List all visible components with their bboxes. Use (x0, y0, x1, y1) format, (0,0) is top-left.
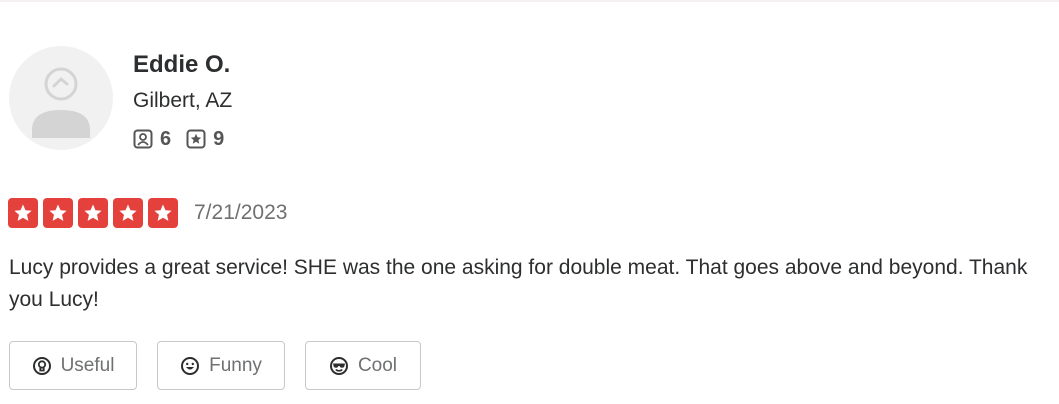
friends-count: 6 (160, 127, 172, 150)
lightbulb-icon (32, 356, 51, 375)
star-icon (148, 197, 178, 228)
reviewer-name[interactable]: Eddie O. (133, 51, 230, 79)
default-user-avatar-icon[interactable] (9, 46, 113, 150)
smiley-icon (181, 356, 200, 375)
star-icon (43, 197, 73, 228)
sunglasses-icon (329, 356, 348, 375)
useful-label: Useful (60, 354, 115, 376)
review-card: Eddie O. Gilbert, AZ 6 9 7/21/2023 Lucy … (0, 0, 1059, 404)
star-icon (78, 197, 108, 228)
cool-label: Cool (357, 354, 398, 376)
useful-button[interactable]: Useful (9, 341, 137, 390)
funny-label: Funny (209, 354, 262, 376)
star-icon (8, 197, 38, 228)
friends-icon (133, 129, 153, 149)
review-actions: Useful Funny Cool (9, 341, 441, 390)
star-icon (113, 197, 143, 228)
reviewer-stats: 6 9 (133, 125, 224, 153)
divider (0, 0, 1059, 2)
review-date: 7/21/2023 (194, 200, 288, 224)
reviews-stat: 9 (186, 128, 224, 151)
reviews-count: 9 (213, 127, 225, 150)
funny-button[interactable]: Funny (157, 341, 285, 390)
review-star-icon (186, 129, 206, 149)
reviewer-location: Gilbert, AZ (133, 89, 233, 112)
friends-stat: 6 (133, 128, 171, 151)
cool-button[interactable]: Cool (305, 341, 421, 390)
review-text: Lucy provides a great service! SHE was t… (9, 256, 1028, 311)
rating-row: 7/21/2023 (8, 197, 287, 228)
